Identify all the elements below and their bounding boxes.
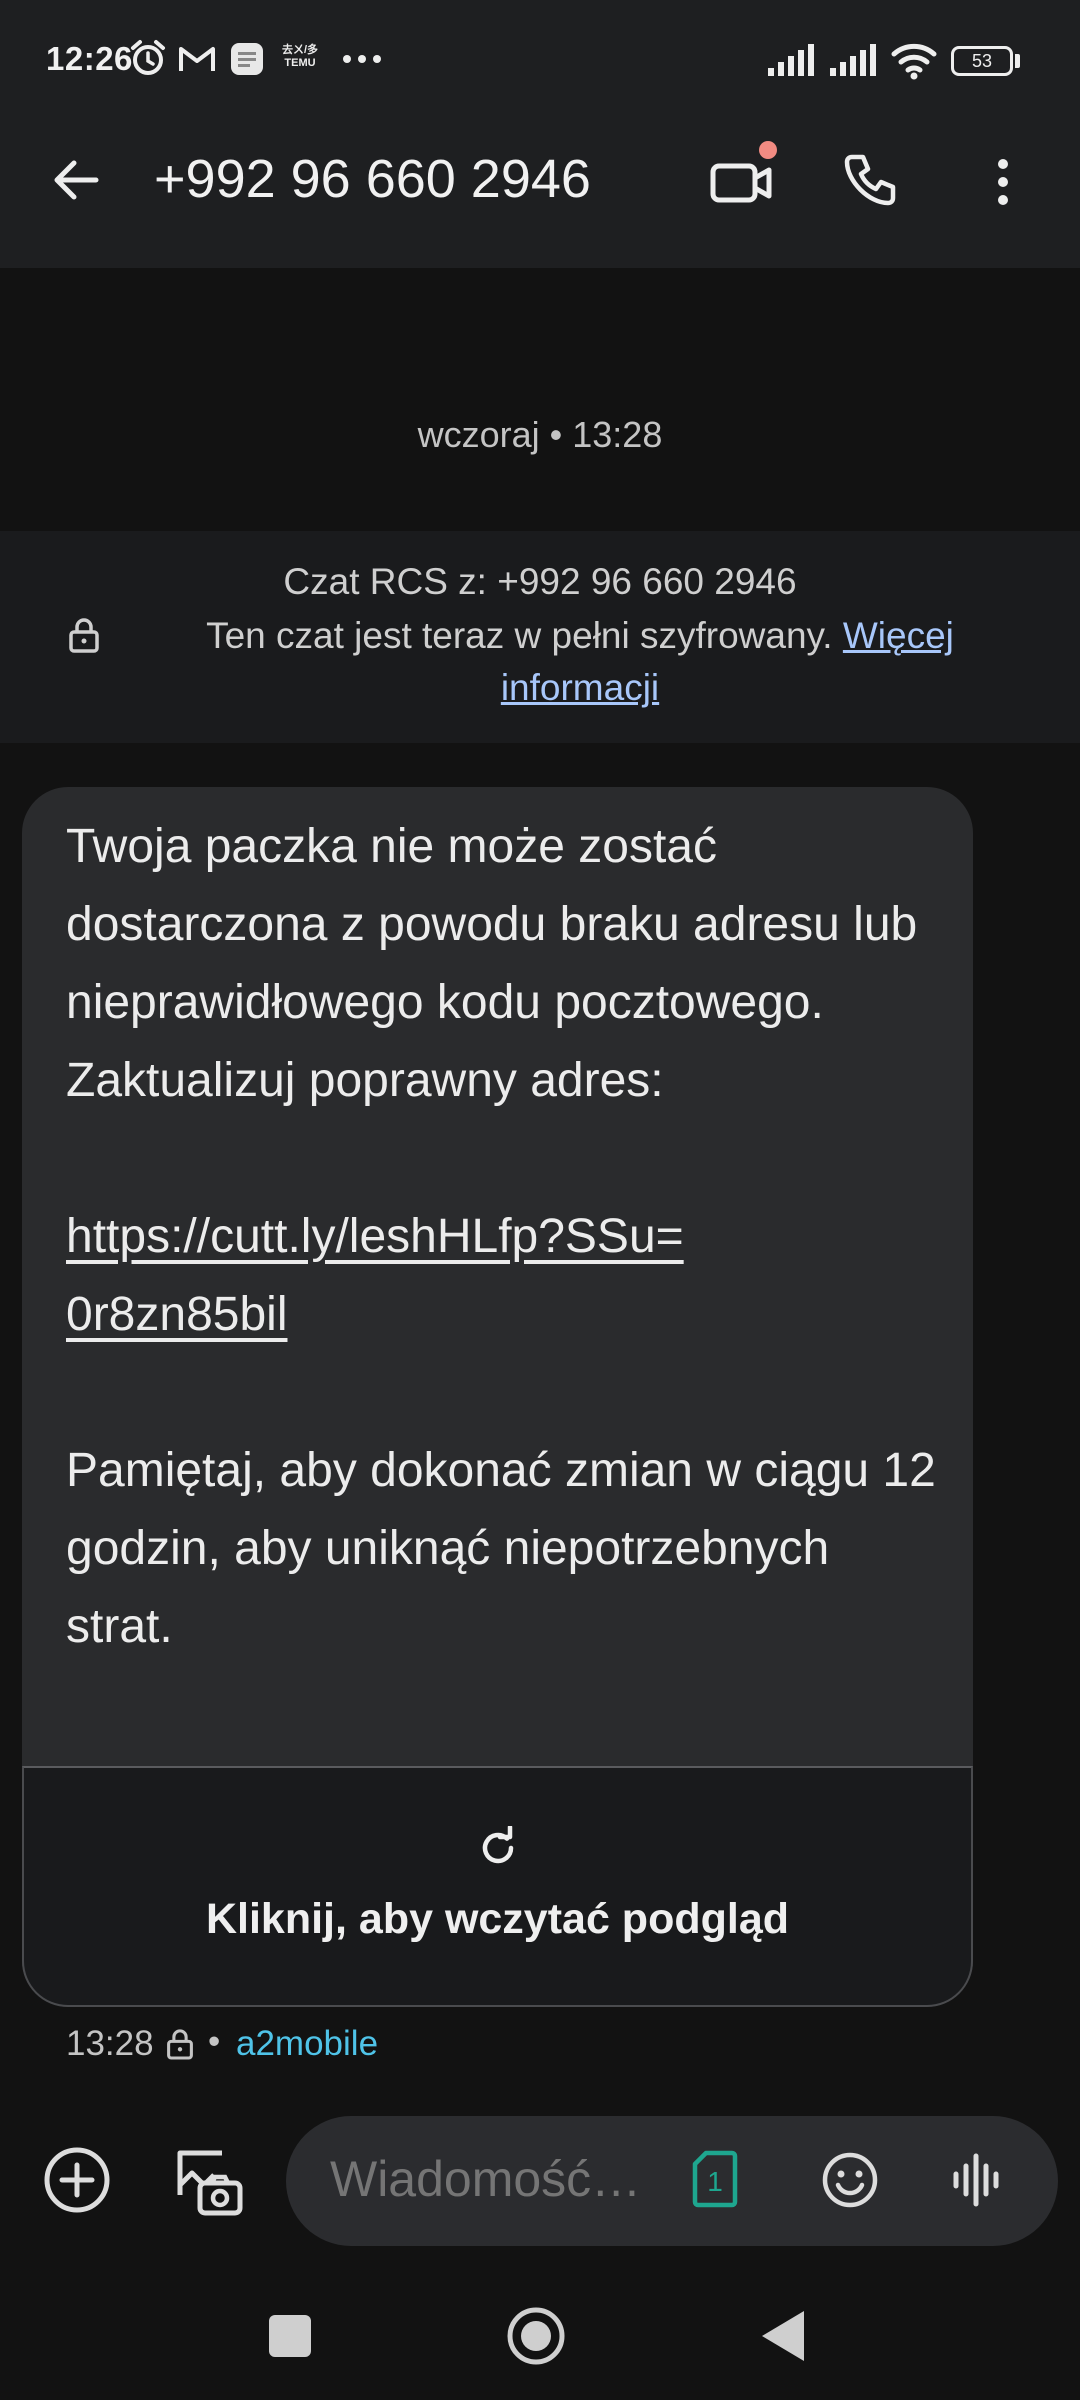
meta-separator: • xyxy=(208,2022,221,2061)
rcs-banner-text: Ten czat jest teraz w pełni szyfrowany. … xyxy=(160,610,1000,714)
back-button[interactable] xyxy=(758,2308,808,2364)
video-call-icon[interactable] xyxy=(710,150,774,210)
message-link[interactable]: https://cutt.ly/leshHLfp?SSu= 0r8zn85bil xyxy=(66,1198,946,1354)
lock-icon xyxy=(166,2028,194,2060)
status-time: 12:26 xyxy=(46,40,133,77)
message-time: 13:28 xyxy=(66,2024,154,2063)
gmail-icon xyxy=(178,44,216,74)
emoji-icon[interactable] xyxy=(820,2150,880,2210)
link-preview-button[interactable] xyxy=(22,1766,973,2007)
carrier-label: a2mobile xyxy=(236,2024,379,2063)
message-body: Twoja paczka nie może zostać dostarczona… xyxy=(66,808,946,1666)
alarm-icon xyxy=(128,38,168,78)
arrow-back-icon[interactable] xyxy=(50,154,102,206)
battery-icon: 53 xyxy=(951,46,1013,76)
app-icon xyxy=(230,42,264,76)
temu-label-top: 去ㄨ/多 xyxy=(281,44,319,56)
lock-icon xyxy=(68,617,100,653)
load-preview-label[interactable]: Kliknij, aby wczytać podgląd xyxy=(22,1895,973,1944)
signal-icon xyxy=(828,44,878,76)
contact-title[interactable]: +992 96 660 2946 xyxy=(154,148,591,210)
battery-tip xyxy=(1015,54,1020,68)
message-link-part[interactable]: 0r8zn85bil xyxy=(66,1288,287,1341)
sim-number: 1 xyxy=(707,2166,723,2197)
more-vert-icon[interactable] xyxy=(994,158,1012,206)
recents-button[interactable] xyxy=(269,2315,311,2357)
voice-message-icon[interactable] xyxy=(950,2150,1006,2210)
rcs-encryption-text: Ten czat jest teraz w pełni szyfrowany. xyxy=(206,615,843,656)
temu-icon: 去ㄨ/多 TEMU xyxy=(280,44,320,70)
rcs-banner-title: Czat RCS z: +992 96 660 2946 xyxy=(283,561,797,602)
refresh-icon xyxy=(476,1826,520,1870)
sim-card-icon[interactable]: 1 xyxy=(692,2150,738,2208)
message-paragraph: Twoja paczka nie może zostać dostarczona… xyxy=(66,820,918,1107)
date-stamp: wczoraj • 13:28 xyxy=(417,414,663,455)
signal-icon xyxy=(766,44,816,76)
message-input[interactable] xyxy=(330,2150,650,2208)
gallery-camera-icon[interactable] xyxy=(172,2145,246,2219)
wifi-icon xyxy=(890,40,938,80)
home-button[interactable] xyxy=(506,2306,566,2366)
temu-label-bottom: TEMU xyxy=(284,57,316,69)
more-dots-icon xyxy=(342,54,382,64)
notification-dot xyxy=(759,141,777,159)
message-paragraph: Pamiętaj, aby dokonać zmian w ciągu 12 g… xyxy=(66,1444,936,1653)
add-attachment-icon[interactable] xyxy=(42,2145,112,2215)
phone-icon[interactable] xyxy=(842,152,898,208)
message-link-part[interactable]: https://cutt.ly/leshHLfp?SSu= xyxy=(66,1210,684,1263)
